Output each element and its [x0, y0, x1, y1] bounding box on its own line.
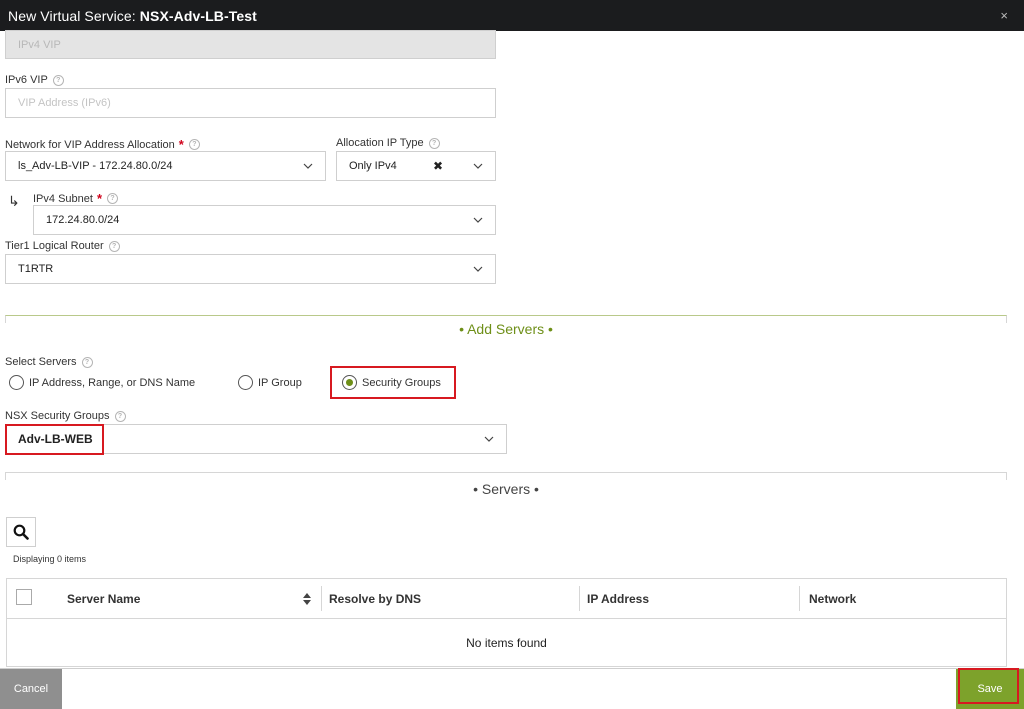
- help-icon[interactable]: ?: [81, 356, 93, 368]
- servers-table: Server Name Resolve by DNS IP Address Ne…: [6, 578, 1007, 667]
- allocation-ip-type-select[interactable]: Only IPv4 ✖: [336, 151, 496, 181]
- column-header-resolve-by-dns[interactable]: Resolve by DNS: [329, 579, 421, 618]
- select-servers-label: Select Servers ?: [5, 356, 93, 368]
- highlight-box: [958, 668, 1019, 704]
- sub-arrow-icon: ↳: [8, 193, 20, 209]
- dialog-title-prefix: New Virtual Service:: [8, 7, 136, 24]
- column-divider: [321, 586, 322, 611]
- ipv6-vip-input[interactable]: VIP Address (IPv6): [5, 88, 496, 118]
- network-select-value: ls_Adv-LB-VIP - 172.24.80.0/24: [18, 160, 173, 172]
- allocation-ip-type-value: Only IPv4: [349, 160, 397, 172]
- tier1-router-value: T1RTR: [18, 263, 54, 275]
- help-icon[interactable]: ?: [52, 74, 64, 86]
- ipv4-subnet-label: IPv4 Subnet * ?: [33, 191, 118, 206]
- search-button[interactable]: [6, 517, 36, 547]
- highlight-box: [5, 424, 104, 455]
- table-empty-message: No items found: [466, 636, 547, 650]
- chevron-down-icon: [473, 266, 483, 272]
- help-icon[interactable]: ?: [108, 240, 120, 252]
- select-all-checkbox[interactable]: [16, 589, 32, 605]
- column-header-server-name[interactable]: Server Name: [67, 579, 140, 618]
- nsx-security-groups-label-text: NSX Security Groups: [5, 410, 110, 422]
- displaying-count: Displaying 0 items: [13, 554, 87, 564]
- radio-ip-group-label: IP Group: [258, 376, 302, 389]
- radio-button[interactable]: [238, 375, 253, 390]
- required-asterisk: *: [178, 137, 184, 152]
- dialog-title: New Virtual Service: NSX-Adv-LB-Test: [8, 8, 257, 24]
- required-asterisk: *: [96, 191, 102, 206]
- network-select[interactable]: ls_Adv-LB-VIP - 172.24.80.0/24: [5, 151, 326, 181]
- cancel-button[interactable]: Cancel: [0, 669, 62, 709]
- tier1-router-label: Tier1 Logical Router ?: [5, 240, 120, 252]
- search-icon: [13, 524, 29, 540]
- column-header-network[interactable]: Network: [809, 579, 856, 618]
- help-icon[interactable]: ?: [188, 139, 200, 150]
- select-servers-label-text: Select Servers: [5, 356, 77, 368]
- chevron-down-icon: [484, 436, 494, 442]
- servers-title: • Servers •: [473, 481, 539, 497]
- radio-ip-group[interactable]: IP Group: [238, 375, 302, 390]
- allocation-ip-type-label-text: Allocation IP Type: [336, 137, 424, 149]
- network-label-text: Network for VIP Address Allocation: [5, 138, 175, 151]
- chevron-down-icon: [473, 217, 483, 223]
- network-label: Network for VIP Address Allocation * ?: [5, 137, 200, 152]
- close-icon[interactable]: ×: [1000, 8, 1008, 23]
- clear-icon[interactable]: ✖: [433, 159, 443, 173]
- ipv4-vip-input[interactable]: IPv4 VIP: [5, 30, 496, 59]
- help-icon[interactable]: ?: [428, 137, 440, 149]
- ipv4-subnet-value: 172.24.80.0/24: [46, 214, 120, 226]
- sort-icon[interactable]: [303, 593, 311, 605]
- column-divider: [579, 586, 580, 611]
- servers-divider: [5, 472, 1007, 480]
- ipv4-vip-placeholder: IPv4 VIP: [18, 38, 61, 51]
- chevron-down-icon: [473, 163, 483, 169]
- column-header-ip-address[interactable]: IP Address: [587, 579, 649, 618]
- chevron-down-icon: [303, 163, 313, 169]
- dialog-titlebar: New Virtual Service: NSX-Adv-LB-Test ×: [0, 0, 1024, 31]
- dialog-footer: Cancel Save: [0, 668, 1024, 709]
- allocation-ip-type-label: Allocation IP Type ?: [336, 137, 440, 149]
- ipv4-subnet-select[interactable]: 172.24.80.0/24: [33, 205, 496, 235]
- ipv4-subnet-label-text: IPv4 Subnet: [33, 192, 93, 205]
- radio-button[interactable]: [9, 375, 24, 390]
- highlight-box: [330, 366, 456, 399]
- ipv6-vip-placeholder: VIP Address (IPv6): [18, 97, 111, 109]
- dialog-title-name: NSX-Adv-LB-Test: [139, 7, 257, 24]
- nsx-security-groups-label: NSX Security Groups ?: [5, 410, 126, 422]
- add-servers-title: • Add Servers •: [459, 321, 553, 337]
- help-icon[interactable]: ?: [107, 193, 118, 204]
- help-icon[interactable]: ?: [114, 410, 126, 422]
- tier1-router-label-text: Tier1 Logical Router: [5, 240, 104, 252]
- ipv6-vip-label: IPv6 VIP ?: [5, 74, 64, 86]
- radio-ip-address-label: IP Address, Range, or DNS Name: [29, 376, 196, 389]
- radio-ip-address[interactable]: IP Address, Range, or DNS Name: [9, 375, 195, 390]
- ipv6-vip-label-text: IPv6 VIP: [5, 74, 48, 86]
- tier1-router-select[interactable]: T1RTR: [5, 254, 496, 284]
- table-header: Server Name Resolve by DNS IP Address Ne…: [7, 579, 1006, 619]
- column-divider: [799, 586, 800, 611]
